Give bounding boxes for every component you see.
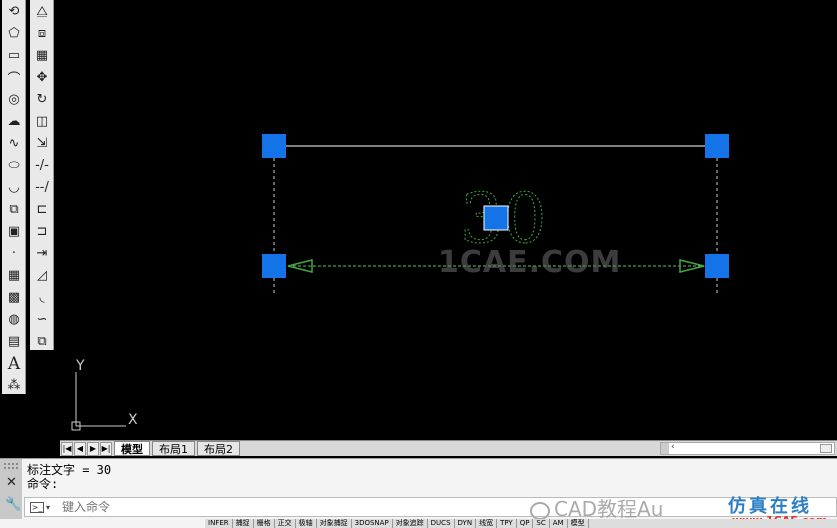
status-toggle[interactable]: INFER [205,519,233,528]
wechat-icon [530,501,550,520]
ucs-x-label: X [128,412,138,428]
scale-icon[interactable]: ◫ [31,111,53,132]
status-toggle[interactable]: SC [533,519,550,528]
chevron-down-icon[interactable]: ▾ [46,503,50,512]
layout-tab-bar: |◀ ◀ ▶ ▶| 模型 布局1 布局2 ‹ [60,440,837,456]
fillet-icon[interactable]: ◟ [31,287,53,308]
mirror-icon[interactable]: ⧋ [31,1,53,22]
status-toggle[interactable]: 模型 [568,519,589,528]
status-toggle[interactable]: 捕捉 [233,519,254,528]
rotate-icon[interactable]: ↻ [31,89,53,110]
rectangle-icon[interactable]: ▭ [3,45,25,66]
stretch-icon[interactable]: ⇲ [31,133,53,154]
command-prompt-icon[interactable]: >_ [30,501,44,513]
table-icon[interactable]: ▤ [3,331,25,352]
status-toggle[interactable]: DUCS [428,519,455,528]
insert-block-icon[interactable]: ⧉ [3,199,25,220]
arc-icon[interactable]: ⌒ [3,67,25,88]
status-toggle[interactable]: DYN [455,519,477,528]
point-icon[interactable]: · [3,243,25,264]
ellipse-arc-icon[interactable]: ◡ [3,177,25,198]
gradient-icon[interactable]: ▩ [3,287,25,308]
drawing-canvas[interactable]: 30 Y X 1CAE.COM [60,0,837,440]
trim-icon[interactable]: -/- [31,155,53,176]
multiline-text-icon[interactable]: A [3,353,25,374]
drawing-svg[interactable]: 30 Y X [60,0,837,440]
break-icon[interactable]: ⊐ [31,221,53,242]
status-bar: INFER 捕捉 栅格 正交 极轴 对象捕捉 3DOSNAP 对象追踪 DUCS DYN 线宽 TPY… [205,519,837,528]
history-line: 命令: [27,477,59,491]
status-toggle[interactable]: 正交 [275,519,296,528]
ellipse-icon[interactable]: ⬭ [3,155,25,176]
status-toggle[interactable]: 3DOSNAP [352,519,393,528]
revision-cloud-icon[interactable]: ☁ [3,111,25,132]
status-toggle[interactable]: 线宽 [476,519,498,528]
tab-nav-arrow-0[interactable]: |◀ [61,441,73,456]
offset-icon[interactable]: ⧈ [31,23,53,44]
extend-icon[interactable]: --/ [31,177,53,198]
horizontal-scrollbar[interactable]: ‹ [660,442,835,455]
status-toggle[interactable]: 对象捕捉 [317,519,352,528]
wechat-watermark: CAD教程Au [530,493,663,522]
grip-icon[interactable] [4,463,18,469]
add-selected-icon[interactable]: ⁂ [3,375,25,396]
tab-nav-arrow-3[interactable]: ▶| [100,441,112,456]
close-icon[interactable]: ✕ [6,475,17,490]
move-icon[interactable]: ✥ [31,67,53,88]
spline-icon[interactable]: ∿ [3,133,25,154]
tab-model[interactable]: 模型 [114,441,150,456]
scroll-left-icon[interactable]: ‹ [671,442,675,452]
command-line[interactable]: >_ ▾ [24,497,837,517]
wrench-icon[interactable]: 🔧 [5,497,21,512]
chamfer-icon[interactable]: ◿ [31,265,53,286]
wechat-text: CAD教程Au [554,497,664,521]
status-toggle[interactable]: TPY [497,519,517,528]
status-toggle[interactable]: QP [517,519,534,528]
command-window-handle[interactable]: ✕ 🔧 [0,459,22,519]
circle-icon[interactable]: ◎ [3,89,25,110]
tab-layout1[interactable]: 布局1 [152,441,195,456]
history-line: 标注文字 = 30 [27,463,112,477]
polyline-icon[interactable]: ⟲ [3,1,25,22]
break-at-point-icon[interactable]: ⊏ [31,199,53,220]
region-icon[interactable]: ◍ [3,309,25,330]
status-toggle[interactable]: 对象追踪 [393,519,428,528]
explode-icon[interactable]: ⧉ [31,331,53,352]
scroll-right-icon[interactable] [820,444,832,453]
array-icon[interactable]: ▦ [31,45,53,66]
tab-layout2[interactable]: 布局2 [197,441,240,456]
command-input[interactable] [62,500,463,514]
grip-text[interactable] [483,205,509,231]
grip-top-left[interactable] [262,134,286,158]
hatch-icon[interactable]: ▦ [3,265,25,286]
watermark: 1CAE.COM [438,245,622,280]
tab-nav-arrow-1[interactable]: ◀ [74,441,86,456]
grip-bottom-right[interactable] [705,254,729,278]
grip-bottom-left[interactable] [262,254,286,278]
blend-curves-icon[interactable]: ∽ [31,309,53,330]
tab-nav-arrow-2[interactable]: ▶ [87,441,99,456]
command-history: 标注文字 = 30 命令: [27,463,111,491]
grip-top-right[interactable] [705,134,729,158]
command-window: ✕ 🔧 标注文字 = 30命令: >_ ▾ CAD教程Au 仿真在线 www.1… [0,458,837,528]
modify-toolbar: ⧋ ⧈ ▦ ✥ ↻ ◫ ⇲ -/- --/⊏ ⊐ ⇥ ◿ ◟ ∽ ⧉ [30,0,54,350]
status-toggle[interactable]: 栅格 [254,519,275,528]
scroll-thumb[interactable] [661,443,669,454]
draw-toolbar: ⟲ ⬠ ▭ ⌒ ◎ ☁ ∿ ⬭ ◡ ⧉ ▣ · ▦ ▩ ◍ ▤ A ⁂ [2,0,26,394]
ucs-y-label: Y [75,358,85,374]
make-block-icon[interactable]: ▣ [3,221,25,242]
join-icon[interactable]: ⇥ [31,243,53,264]
status-toggle[interactable]: AM [550,519,568,528]
status-toggle[interactable]: 极轴 [296,519,317,528]
polygon-icon[interactable]: ⬠ [3,23,25,44]
